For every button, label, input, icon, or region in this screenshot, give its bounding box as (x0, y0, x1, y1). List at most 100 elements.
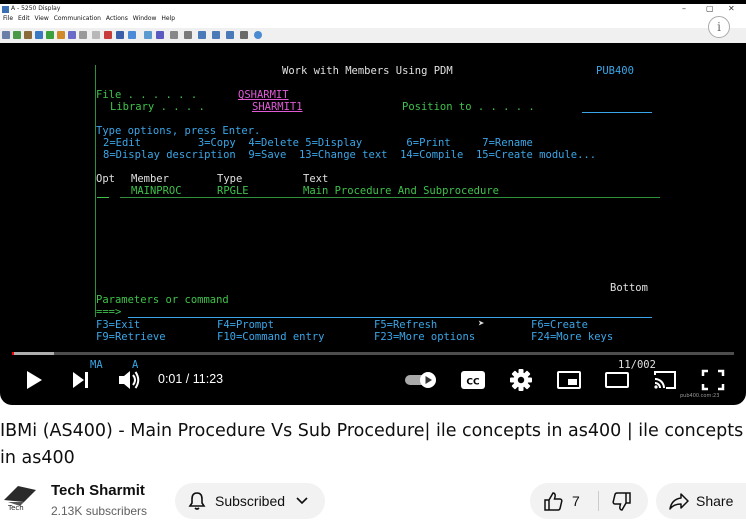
miniplayer-button[interactable] (556, 366, 582, 394)
menu-file: File (3, 15, 14, 22)
next-button[interactable] (70, 366, 92, 394)
channel-logo-icon (4, 486, 36, 506)
row-text: Main Procedure And Subprocedure (303, 185, 499, 197)
subscriber-count: 2.13K subscribers (51, 504, 148, 518)
toolbar-icon (212, 31, 220, 39)
col-text-header: Text (303, 173, 329, 185)
maximize-icon: ▢ (706, 4, 714, 13)
help-icon (254, 31, 262, 39)
share-button[interactable]: Share (656, 483, 746, 519)
emulator-menu-bar: File Edit View Communication Actions Win… (0, 15, 746, 28)
menu-actions: Actions (105, 15, 128, 22)
toolbar-icon (184, 31, 192, 39)
mouse-cursor-icon: ➤ (478, 317, 485, 330)
emulator-title-bar: A - 5250 Display – ▢ ✕ (0, 4, 746, 15)
position-input[interactable] (582, 112, 652, 113)
toolbar-icon (13, 31, 21, 39)
col-member-header: Member (131, 173, 169, 185)
minimize-icon: – (682, 4, 686, 13)
next-icon (73, 372, 88, 388)
fkey-f6: F6=Create (531, 319, 588, 331)
emulator-toolbar (0, 28, 746, 44)
toolbar-icon (198, 31, 206, 39)
bell-icon (188, 492, 206, 510)
instructions: Type options, press Enter. (96, 125, 261, 137)
progress-bar[interactable] (12, 352, 734, 355)
fkey-f10: F10=Command entry (217, 331, 325, 343)
toolbar-icon (2, 31, 10, 39)
menu-help: Help (161, 15, 176, 22)
cast-icon (654, 371, 676, 389)
miniplayer-icon (557, 371, 581, 389)
library-label: Library . . . . (110, 101, 205, 113)
toolbar-icon (57, 31, 65, 39)
menu-window: Window (132, 15, 157, 22)
captions-button[interactable]: CC (460, 366, 486, 394)
position-label: Position to . . . . . (402, 101, 535, 113)
options-line-1: 2=Edit 3=Copy 4=Delete 5=Display 6=Print… (103, 137, 533, 149)
col-type-header: Type (217, 173, 243, 185)
screen-title: Work with Members Using PDM (282, 65, 453, 77)
host-watermark: pub400.com:23 (680, 393, 720, 399)
cast-button[interactable] (652, 366, 678, 394)
video-title: IBMi (AS400) - Main Procedure Vs Sub Pro… (0, 421, 744, 468)
fkey-f9: F9=Retrieve (96, 331, 166, 343)
menu-view: View (34, 15, 49, 22)
file-label: File . . . . . . (96, 89, 198, 101)
row-separator (120, 197, 660, 198)
gear-icon (510, 369, 532, 391)
toolbar-icon (116, 31, 124, 39)
play-icon (27, 371, 42, 389)
like-dislike-group: 7 (530, 483, 648, 519)
row-member: MAINPROC (131, 185, 182, 197)
like-count: 7 (572, 493, 580, 509)
subscribed-label: Subscribed (215, 493, 286, 509)
autoplay-icon (405, 372, 436, 388)
toolbar-icon (240, 31, 248, 39)
like-button[interactable]: 7 (530, 483, 598, 519)
dislike-button[interactable] (599, 483, 648, 519)
autoplay-toggle[interactable] (404, 366, 440, 394)
settings-button[interactable] (509, 366, 533, 394)
captions-icon: CC (461, 371, 485, 389)
toolbar-icon (79, 31, 87, 39)
menu-communication: Communication (53, 15, 101, 22)
terminal-screen: Work with Members Using PDM PUB400 File … (0, 43, 746, 371)
file-value: QSHARMIT (238, 89, 289, 101)
play-button[interactable] (24, 366, 44, 394)
fkey-f3: F3=Exit (96, 319, 141, 331)
channel-avatar[interactable]: Tech (0, 480, 40, 520)
video-player[interactable]: A - 5250 Display – ▢ ✕ File Edit View Co… (0, 0, 746, 405)
share-icon (669, 493, 689, 510)
option-input[interactable] (97, 197, 109, 198)
toolbar-icon (156, 31, 164, 39)
row-type: RPGLE (217, 185, 249, 197)
mute-button[interactable] (116, 366, 142, 394)
toolbar-icon (46, 31, 54, 39)
toolbar-icon (226, 31, 234, 39)
toolbar-icon (92, 31, 100, 39)
share-label: Share (696, 493, 734, 509)
fullscreen-icon (701, 369, 725, 391)
toolbar-icon (68, 31, 76, 39)
close-icon: ✕ (728, 4, 735, 13)
toolbar-icon (144, 31, 152, 39)
command-line-input[interactable] (128, 317, 652, 318)
info-icon[interactable]: i (708, 16, 730, 38)
toolbar-icon (24, 31, 32, 39)
emulator-app-icon (2, 6, 9, 13)
svg-text:CC: CC (466, 378, 480, 388)
params-label: Parameters or command (96, 294, 229, 306)
fkey-f24: F24=More keys (531, 331, 614, 343)
thumbs-down-icon (612, 492, 631, 511)
volume-icon (119, 371, 140, 389)
screen-left-border (95, 65, 96, 317)
progress-played (12, 352, 14, 355)
command-prompt: ===> (96, 306, 122, 318)
theater-mode-button[interactable] (604, 366, 630, 394)
subscribed-button[interactable]: Subscribed (175, 483, 325, 519)
fullscreen-button[interactable] (700, 366, 726, 394)
chevron-down-icon (296, 497, 308, 505)
channel-name[interactable]: Tech Sharmit (51, 482, 145, 499)
avatar-text: Tech (8, 504, 24, 512)
